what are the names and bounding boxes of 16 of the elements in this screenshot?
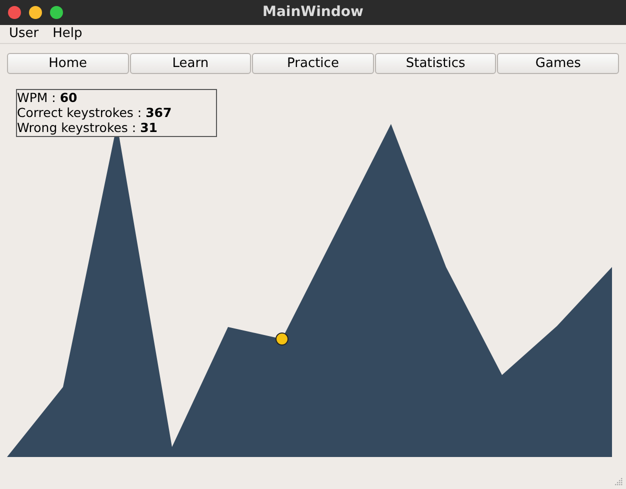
stat-line: Wrong keystrokes : 31 [17,120,159,135]
stat-line: WPM : 60 [17,90,78,105]
menu-item[interactable]: Help [46,24,90,44]
menu-item[interactable]: User [2,24,46,44]
window-title: MainWindow [262,3,364,22]
nav-button[interactable]: Games [497,53,619,74]
point-marker-icon [275,332,289,346]
stat-line: Correct keystrokes : 367 [17,105,173,120]
nav-button[interactable]: Practice [252,53,374,74]
resize-grip-icon[interactable] [614,477,624,487]
nav-button[interactable]: Learn [130,53,252,74]
close-icon[interactable] [8,6,21,19]
nav-button[interactable]: Home [7,53,129,74]
nav-button[interactable]: Statistics [374,53,496,74]
maximize-icon[interactable] [50,6,63,19]
minimize-icon[interactable] [29,6,42,19]
